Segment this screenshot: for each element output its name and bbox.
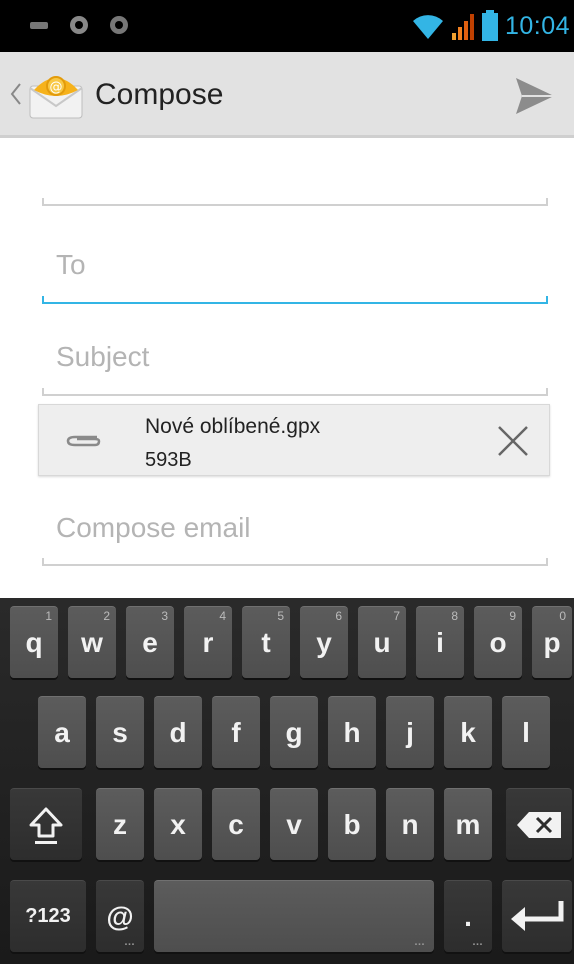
key-n[interactable]: n [386, 788, 434, 860]
notification-icon [30, 22, 48, 29]
key-b[interactable]: b [328, 788, 376, 860]
key-e[interactable]: 3e [126, 606, 174, 678]
divider [42, 388, 548, 396]
subject-input[interactable] [56, 318, 538, 396]
key-h[interactable]: h [328, 696, 376, 768]
key-k[interactable]: k [444, 696, 492, 768]
key-d[interactable]: d [154, 696, 202, 768]
key-q[interactable]: 1q [10, 606, 58, 678]
divider [42, 296, 548, 304]
page-title: Compose [95, 78, 224, 111]
email-app-icon[interactable]: @ [28, 72, 86, 120]
symbols-key[interactable]: ?123 [10, 880, 86, 952]
divider [42, 198, 548, 206]
key-t[interactable]: 5t [242, 606, 290, 678]
up-caret-icon[interactable] [8, 78, 24, 110]
status-bar: 10:04 [0, 0, 574, 52]
key-l[interactable]: l [502, 696, 550, 768]
attachment-filename: Nové oblíbené.gpx [145, 415, 321, 438]
key-m[interactable]: m [444, 788, 492, 860]
key-o[interactable]: 9o [474, 606, 522, 678]
android-icon [70, 16, 88, 34]
wifi-icon [412, 15, 443, 39]
key-j[interactable]: j [386, 696, 434, 768]
key-a[interactable]: a [38, 696, 86, 768]
key-u[interactable]: 7u [358, 606, 406, 678]
key-c[interactable]: c [212, 788, 260, 860]
from-input[interactable] [56, 150, 538, 206]
from-field[interactable] [42, 150, 548, 206]
backspace-key[interactable] [506, 788, 572, 860]
svg-text:@: @ [50, 80, 63, 95]
key-y[interactable]: 6y [300, 606, 348, 678]
subject-field[interactable] [42, 318, 548, 396]
body-input[interactable] [56, 490, 538, 566]
key-p[interactable]: 0p [532, 606, 572, 678]
attachment-size: 593B [145, 449, 192, 471]
backspace-icon [517, 811, 561, 838]
key-s[interactable]: s [96, 696, 144, 768]
attachment-item[interactable]: Nové oblíbené.gpx 593B [38, 404, 550, 476]
key-period[interactable]: .… [444, 880, 492, 952]
status-time: 10:04 [504, 11, 570, 40]
key-r[interactable]: 4r [184, 606, 232, 678]
send-icon[interactable] [514, 76, 556, 116]
divider [42, 558, 548, 566]
key-g[interactable]: g [270, 696, 318, 768]
key-at[interactable]: @… [96, 880, 144, 952]
key-z[interactable]: z [96, 788, 144, 860]
battery-icon [481, 10, 498, 41]
key-f[interactable]: f [212, 696, 260, 768]
shift-icon [29, 807, 63, 844]
soft-keyboard: 1q 2w 3e 4r 5t 6y 7u 8i 9o 0p a s d f g … [0, 598, 574, 964]
signal-icon [451, 14, 474, 40]
action-bar: @ Compose [0, 52, 574, 138]
android-icon [110, 16, 128, 34]
paperclip-icon [66, 435, 101, 447]
key-x[interactable]: x [154, 788, 202, 860]
space-key[interactable]: … [154, 880, 434, 952]
key-i[interactable]: 8i [416, 606, 464, 678]
key-v[interactable]: v [270, 788, 318, 860]
enter-key[interactable] [502, 880, 572, 952]
body-field[interactable] [42, 490, 548, 566]
to-input[interactable] [56, 226, 538, 304]
to-field[interactable] [42, 226, 548, 304]
enter-icon [511, 900, 564, 931]
shift-key[interactable] [10, 788, 82, 860]
key-w[interactable]: 2w [68, 606, 116, 678]
remove-icon[interactable] [495, 423, 531, 459]
